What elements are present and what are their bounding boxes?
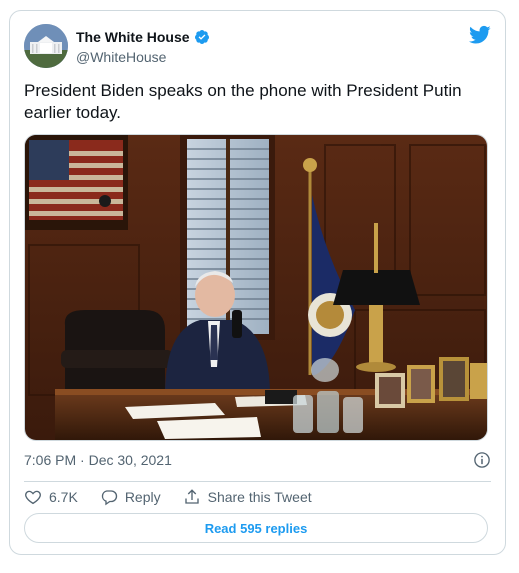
tweet-timestamp[interactable]: 7:06 PM · Dec 30, 2021 — [24, 452, 172, 468]
reply-icon — [101, 490, 117, 506]
info-icon[interactable] — [473, 451, 491, 469]
tweet-card: The White House @WhiteHouse President Bi… — [9, 10, 506, 555]
share-button[interactable]: Share this Tweet — [183, 488, 312, 506]
like-count: 6.7K — [49, 489, 78, 505]
share-icon — [184, 489, 199, 504]
like-button[interactable]: 6.7K — [24, 488, 78, 506]
account-handle[interactable]: @WhiteHouse — [76, 49, 166, 65]
reply-button[interactable]: Reply — [100, 488, 161, 506]
display-name[interactable]: The White House — [76, 29, 190, 45]
divider — [24, 481, 491, 482]
white-house-avatar-image — [24, 24, 68, 68]
tweet-actions: 6.7K Reply Share this Tweet — [24, 488, 334, 506]
photo-oval-office-phone-call — [25, 135, 487, 440]
tweet-photo[interactable] — [24, 134, 488, 441]
read-replies-button[interactable]: Read 595 replies — [24, 513, 488, 543]
heart-icon — [25, 490, 41, 505]
account-name-row[interactable]: The White House — [76, 29, 210, 45]
tweet-text: President Biden speaks on the phone with… — [24, 81, 462, 122]
avatar[interactable] — [24, 24, 68, 68]
share-label: Share this Tweet — [207, 489, 312, 505]
twitter-bird-icon[interactable] — [469, 25, 491, 45]
reply-label: Reply — [124, 489, 161, 505]
timestamp-row: 7:06 PM · Dec 30, 2021 — [24, 451, 491, 469]
verified-badge-icon — [194, 30, 209, 44]
